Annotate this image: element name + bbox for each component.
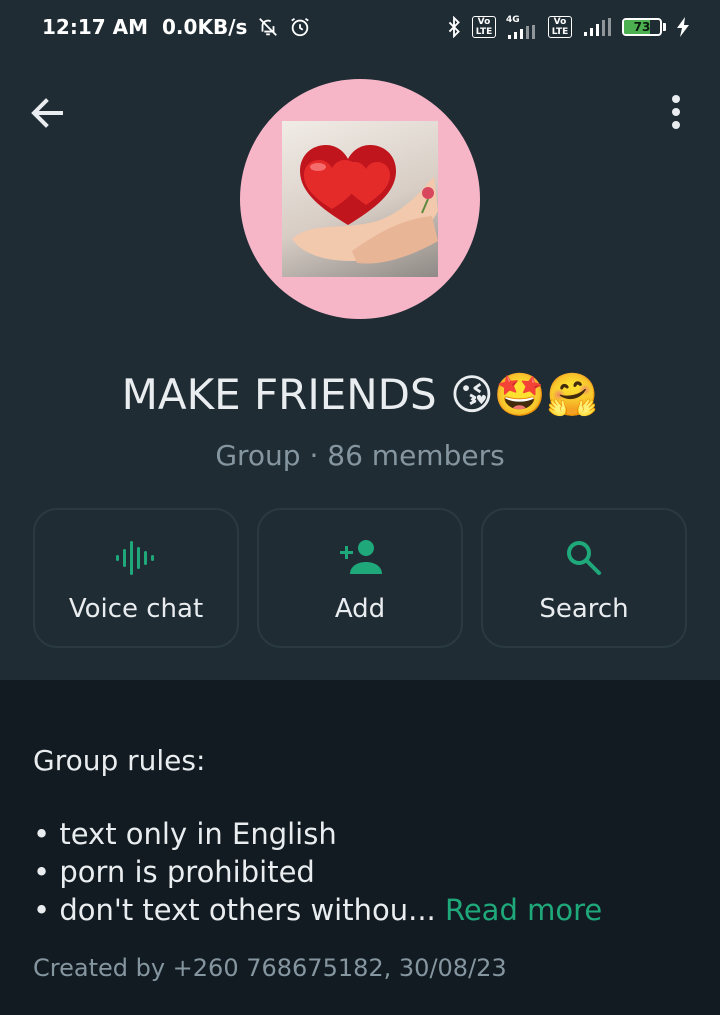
rule-item: • porn is prohibited: [33, 855, 315, 889]
group-info[interactable]: Group · 86 members: [0, 439, 720, 472]
rule-item-text: • don't text others withou...: [33, 893, 436, 927]
add-person-icon: [259, 538, 461, 578]
search-button[interactable]: Search: [481, 508, 687, 648]
mute-bell-icon: [257, 16, 279, 38]
search-icon: [483, 538, 685, 578]
battery-icon: 73: [622, 18, 666, 36]
volte-badge: Vo LTE: [472, 16, 496, 38]
voice-chat-button[interactable]: Voice chat: [33, 508, 239, 648]
battery-level: 73: [633, 20, 651, 34]
rules-title: Group rules:: [33, 744, 206, 777]
group-avatar-image: [282, 121, 438, 277]
voice-wave-icon: [35, 538, 237, 578]
status-time: 12:17 AM: [42, 15, 149, 39]
add-button[interactable]: Add: [257, 508, 463, 648]
network-type-label: 4G: [506, 14, 520, 25]
group-header: MAKE FRIENDS 😘🤩🤗 Group · 86 members Voic…: [0, 54, 720, 680]
created-info: Created by +260 768675182, 30/08/23: [33, 954, 507, 982]
bluetooth-icon: [446, 16, 462, 38]
arrow-left-icon: [31, 98, 63, 128]
signal-icon: 4G: [506, 14, 538, 39]
more-options-button[interactable]: [662, 92, 690, 134]
read-more-link[interactable]: Read more: [445, 893, 602, 927]
search-label: Search: [539, 594, 629, 624]
status-bar: 12:17 AM 0.0KB/s Vo LTE 4G Vo LTE 73: [0, 0, 720, 54]
group-avatar[interactable]: [240, 79, 480, 319]
volte-badge-2: Vo LTE: [548, 16, 572, 38]
alarm-icon: [289, 16, 311, 38]
add-label: Add: [334, 594, 386, 624]
signal-icon-2: [582, 18, 612, 36]
group-description[interactable]: Group rules: • text only in English • po…: [0, 696, 720, 1015]
more-vertical-icon: [672, 95, 680, 129]
group-name: MAKE FRIENDS 😘🤩🤗: [121, 370, 599, 419]
charging-icon: [676, 17, 690, 37]
net-speed: 0.0KB/s: [162, 15, 248, 39]
back-button[interactable]: [26, 92, 68, 134]
rule-item-truncated: • don't text others withou... Read more: [33, 893, 602, 927]
rule-item: • text only in English: [33, 817, 337, 851]
voice-chat-label: Voice chat: [68, 594, 204, 624]
